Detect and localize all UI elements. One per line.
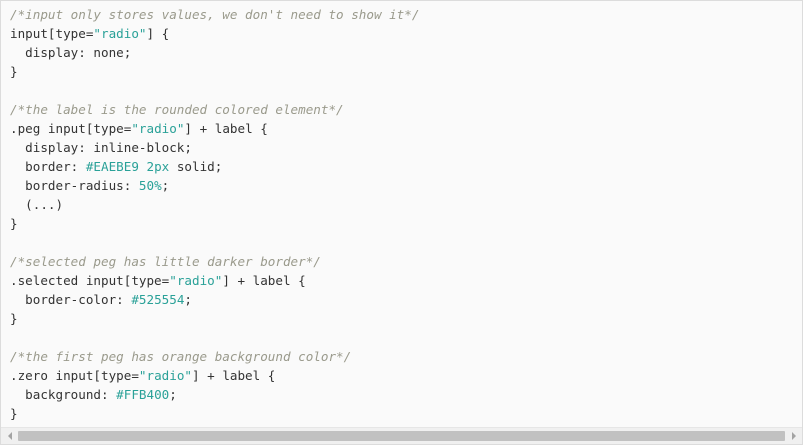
code-line: /*the label is the rounded colored eleme…: [10, 100, 802, 119]
code-string: "radio": [93, 26, 147, 41]
code-comment: /*selected peg has little darker border*…: [10, 254, 321, 269]
code-block: /*input only stores values, we don't nee…: [0, 0, 803, 445]
code-text: solid;: [169, 159, 223, 174]
code-text: .selected input[type=: [10, 273, 170, 288]
code-text: display: none;: [10, 45, 132, 60]
code-text: ] {: [146, 26, 170, 41]
code-value: #FFB400: [116, 387, 170, 402]
scrollbar-thumb[interactable]: [18, 431, 785, 441]
horizontal-scrollbar[interactable]: [1, 427, 802, 444]
code-string: "radio": [138, 368, 192, 383]
code-text: ] + label {: [222, 273, 306, 288]
code-text: ;: [184, 292, 192, 307]
code-line: .zero input[type="radio"] + label {: [10, 366, 802, 385]
code-text: border:: [10, 159, 86, 174]
code-text: input[type=: [10, 26, 94, 41]
code-line: display: none;: [10, 43, 802, 62]
code-line: /*input only stores values, we don't nee…: [10, 5, 802, 24]
code-text: border-color:: [10, 292, 132, 307]
code-line: display: inline-block;: [10, 138, 802, 157]
code-text: display: inline-block;: [10, 140, 192, 155]
code-text: ;: [169, 387, 177, 402]
code-comment: /*the first peg has orange background co…: [10, 349, 352, 364]
code-text: ] + label {: [191, 368, 276, 383]
triangle-left-icon: [7, 432, 12, 440]
code-value: #525554: [131, 292, 185, 307]
code-text: background:: [10, 387, 117, 402]
code-text: }: [10, 311, 18, 326]
code-line: input[type="radio"] {: [10, 24, 802, 43]
code-text: ] + label {: [184, 121, 268, 136]
code-text: border-radius:: [10, 178, 139, 193]
code-text: ;: [161, 178, 170, 193]
code-line: border-color: #525554;: [10, 290, 802, 309]
code-line: .selected input[type="radio"] + label {: [10, 271, 802, 290]
code-value: #EAEBE9: [85, 159, 139, 174]
code-text: .zero input[type=: [10, 368, 139, 383]
code-line: .peg input[type="radio"] + label {: [10, 119, 802, 138]
code-line: border: #EAEBE9 2px solid;: [10, 157, 802, 176]
code-value: 50%: [138, 178, 162, 193]
code-text: }: [10, 406, 18, 421]
code-line: background: #FFB400;: [10, 385, 802, 404]
code-line: }: [10, 214, 802, 233]
code-line: /*the first peg has orange background co…: [10, 347, 802, 366]
code-text: .peg input[type=: [10, 121, 132, 136]
code-string: "radio": [131, 121, 185, 136]
code-line: }: [10, 404, 802, 423]
code-content: /*input only stores values, we don't nee…: [1, 1, 802, 426]
code-comment: /*the label is the rounded colored eleme…: [10, 102, 344, 117]
code-line: (...): [10, 195, 802, 214]
code-text: }: [10, 216, 18, 231]
scrollbar-track[interactable]: [18, 431, 785, 441]
triangle-right-icon: [791, 432, 796, 440]
code-line: /*selected peg has little darker border*…: [10, 252, 802, 271]
scroll-left-button[interactable]: [1, 428, 18, 444]
code-line: }: [10, 309, 802, 328]
code-value: 2px: [146, 159, 170, 174]
code-text: (...): [10, 197, 64, 212]
code-comment: /*input only stores values, we don't nee…: [10, 7, 420, 22]
code-text: }: [10, 64, 18, 79]
code-string: "radio": [169, 273, 223, 288]
scroll-right-button[interactable]: [785, 428, 802, 444]
code-line: }: [10, 62, 802, 81]
code-line: border-radius: 50%;: [10, 176, 802, 195]
